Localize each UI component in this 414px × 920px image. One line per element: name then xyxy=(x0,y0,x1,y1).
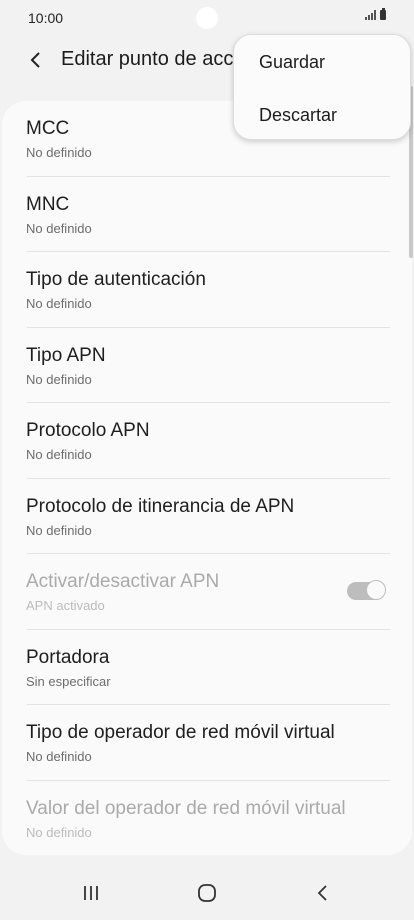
setting-value: No definido xyxy=(26,522,92,538)
status-time: 10:00 xyxy=(28,10,64,26)
setting-mvno-type[interactable]: Tipo de operador de red móvil virtual No… xyxy=(2,705,412,781)
save-menu-item[interactable]: Guardar xyxy=(259,52,325,73)
nav-back-icon xyxy=(317,885,327,901)
chevron-left-icon xyxy=(30,52,40,68)
setting-mvno-value: Valor del operador de red móvil virtual … xyxy=(2,781,412,856)
setting-title: Tipo APN xyxy=(26,344,106,366)
setting-auth-type[interactable]: Tipo de autenticación No definido xyxy=(2,252,412,328)
setting-apn-type[interactable]: Tipo APN No definido xyxy=(2,328,412,403)
setting-value: No definido xyxy=(26,220,92,236)
signal-icon xyxy=(365,10,376,20)
camera-cutout xyxy=(196,7,218,29)
nav-back-button[interactable] xyxy=(311,882,335,904)
back-button[interactable] xyxy=(22,46,50,74)
setting-title: Tipo de operador de red móvil virtual xyxy=(26,722,335,743)
setting-value: APN activado xyxy=(26,598,105,613)
setting-title: MNC xyxy=(26,193,70,215)
setting-apn-enable: Activar/desactivar APN APN activado xyxy=(2,554,412,630)
setting-value: No definido xyxy=(26,824,92,840)
setting-title: Protocolo APN xyxy=(26,420,150,441)
recent-apps-button[interactable] xyxy=(79,882,103,904)
setting-value: No definido xyxy=(26,447,92,462)
apn-settings-list: MCC No definido MNC No definido Tipo de … xyxy=(2,101,412,855)
battery-icon xyxy=(380,8,386,20)
navigation-bar xyxy=(0,864,414,920)
setting-title: Portadora xyxy=(26,646,110,668)
setting-value: Sin especificar xyxy=(26,673,111,689)
status-bar: 10:00 xyxy=(0,0,414,36)
home-button[interactable] xyxy=(195,882,219,904)
setting-title: MCC xyxy=(26,118,70,139)
setting-title: Tipo de autenticación xyxy=(26,269,206,290)
setting-value: No definido xyxy=(26,296,92,311)
setting-bearer[interactable]: Portadora Sin especificar xyxy=(2,630,412,705)
setting-apn-roaming-protocol[interactable]: Protocolo de itinerancia de APN No defin… xyxy=(2,479,412,554)
page-title: Editar punto de acc xyxy=(61,48,234,70)
setting-apn-protocol[interactable]: Protocolo APN No definido xyxy=(2,403,412,479)
setting-value: No definido xyxy=(26,145,92,160)
discard-menu-item[interactable]: Descartar xyxy=(259,105,337,126)
setting-title: Valor del operador de red móvil virtual xyxy=(26,797,346,819)
options-menu: Guardar Descartar xyxy=(233,34,411,140)
setting-value: No definido xyxy=(26,371,92,387)
status-icons xyxy=(365,8,386,20)
apn-enable-toggle xyxy=(347,580,386,600)
setting-mnc[interactable]: MNC No definido xyxy=(2,177,412,252)
recent-apps-icon xyxy=(84,886,98,900)
setting-title: Protocolo de itinerancia de APN xyxy=(26,495,295,517)
toggle-knob xyxy=(366,580,386,600)
setting-value: No definido xyxy=(26,749,92,764)
phone-screen: 10:00 Editar punto de acc MCC No definid… xyxy=(0,0,414,920)
home-icon xyxy=(198,884,216,902)
setting-title: Activar/desactivar APN xyxy=(26,571,220,592)
